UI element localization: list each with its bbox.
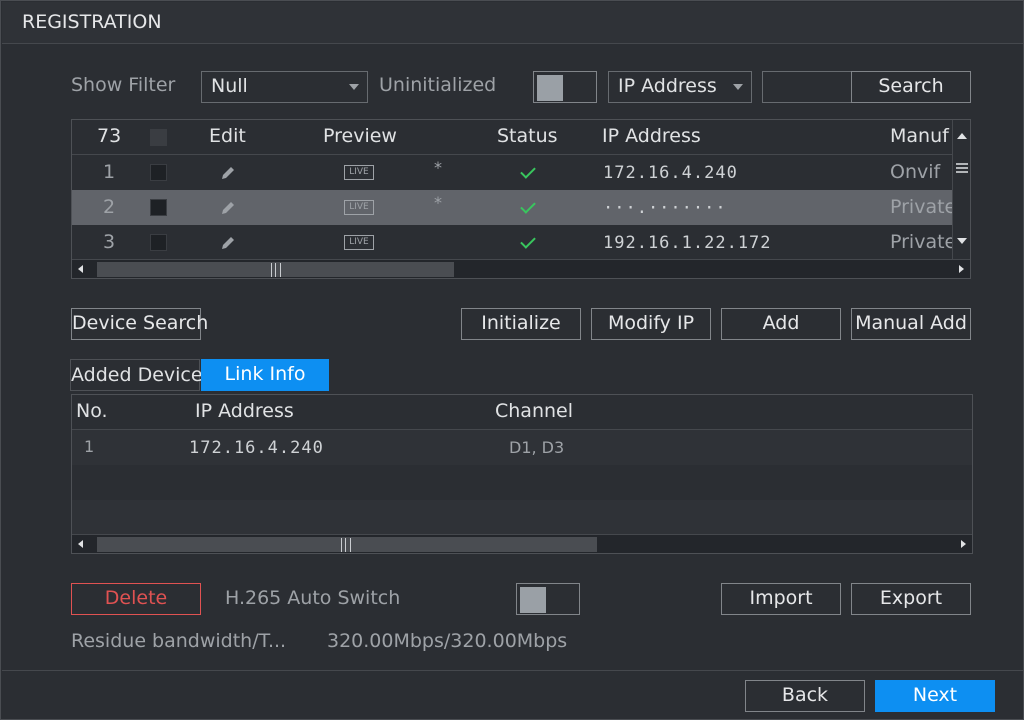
- uninitialized-toggle[interactable]: [533, 71, 597, 103]
- check-icon: [520, 233, 536, 249]
- search-input[interactable]: [762, 71, 852, 103]
- window-title: REGISTRATION: [22, 11, 162, 33]
- h265-toggle[interactable]: [516, 583, 580, 615]
- add-button[interactable]: Add: [721, 308, 841, 340]
- arrow-right-icon[interactable]: [961, 540, 966, 548]
- show-filter-label: Show Filter: [71, 74, 176, 96]
- header-count: 73: [97, 125, 122, 147]
- next-button[interactable]: Next: [875, 680, 995, 712]
- row-checkbox[interactable]: [150, 199, 167, 216]
- bandwidth-label: Residue bandwidth/T...: [71, 630, 287, 652]
- h265-label: H.265 Auto Switch: [225, 587, 401, 609]
- row-no: 3: [103, 231, 116, 253]
- arrow-down-icon[interactable]: [957, 237, 967, 245]
- pencil-icon[interactable]: [219, 234, 237, 252]
- header-channel: Channel: [495, 400, 574, 422]
- link-info-table: No. IP Address Channel 1 172.16.4.240 D1…: [71, 394, 973, 554]
- footer-bar: [2, 670, 1023, 719]
- export-button[interactable]: Export: [851, 583, 971, 615]
- modify-ip-button[interactable]: Modify IP: [591, 308, 711, 340]
- vertical-scrollbar[interactable]: [952, 120, 970, 260]
- header-ip: IP Address: [602, 125, 701, 147]
- row-ip: 192.16.1.22.172: [603, 233, 772, 253]
- row-manufacturer: Private: [890, 231, 957, 253]
- row-manufacturer: Onvif: [890, 161, 941, 183]
- registration-window: REGISTRATION Show Filter Null Uninitiali…: [0, 0, 1024, 720]
- import-button[interactable]: Import: [721, 583, 841, 615]
- header-preview: Preview: [323, 125, 397, 147]
- row-star: *: [434, 193, 442, 212]
- scroll-grip-icon: [341, 538, 351, 552]
- row-no: 1: [103, 161, 116, 183]
- chevron-down-icon: [733, 84, 743, 90]
- row-no: 2: [103, 196, 116, 218]
- select-all-checkbox[interactable]: [150, 129, 167, 146]
- title-bar: REGISTRATION: [2, 2, 1023, 44]
- row-checkbox[interactable]: [150, 234, 167, 251]
- header-edit: Edit: [209, 125, 246, 147]
- manual-add-button[interactable]: Manual Add: [851, 308, 971, 340]
- toggle-knob: [520, 587, 546, 613]
- search-button[interactable]: Search: [851, 71, 971, 103]
- delete-button[interactable]: Delete: [71, 583, 201, 615]
- header-no: No.: [76, 400, 108, 422]
- search-type-value: IP Address: [618, 75, 717, 97]
- row-ip: 172.16.4.240: [189, 438, 324, 458]
- device-search-button[interactable]: Device Search: [71, 308, 208, 340]
- scroll-grip-icon: [271, 263, 281, 277]
- initialize-button[interactable]: Initialize: [461, 308, 581, 340]
- header-manufacturer: Manuf: [890, 125, 949, 147]
- arrow-up-icon[interactable]: [957, 132, 967, 140]
- row-manufacturer: Private: [890, 196, 957, 218]
- show-filter-value: Null: [211, 75, 248, 97]
- row-channel: D1, D3: [509, 438, 565, 457]
- check-icon: [520, 198, 536, 214]
- tab-added-device[interactable]: Added Device: [70, 359, 203, 391]
- row-ip: 172.16.4.240: [603, 163, 738, 183]
- back-button[interactable]: Back: [745, 680, 865, 712]
- row-no: 1: [84, 437, 95, 456]
- arrow-right-icon[interactable]: [959, 265, 964, 273]
- device-table-header: 73 Edit Preview Status IP Address Manuf: [72, 120, 970, 155]
- tab-link-info[interactable]: Link Info: [201, 359, 329, 391]
- scroll-grip-icon[interactable]: [956, 163, 968, 173]
- link-table-header: No. IP Address Channel: [72, 395, 972, 430]
- pencil-icon[interactable]: [219, 199, 237, 217]
- row-star: *: [434, 158, 442, 177]
- table-row-selected[interactable]: 2 LIVE * ···.······· Private: [72, 190, 970, 225]
- chevron-down-icon: [349, 84, 359, 90]
- header-status: Status: [497, 125, 558, 147]
- arrow-left-icon[interactable]: [78, 265, 83, 273]
- bandwidth-value: 320.00Mbps/320.00Mbps: [327, 630, 568, 652]
- live-icon[interactable]: LIVE: [344, 165, 374, 180]
- check-icon: [520, 163, 536, 179]
- pencil-icon[interactable]: [219, 164, 237, 182]
- toggle-knob: [537, 75, 563, 101]
- table-row[interactable]: 1 172.16.4.240 D1, D3: [72, 430, 972, 465]
- search-type-select[interactable]: IP Address: [608, 71, 752, 103]
- live-icon[interactable]: LIVE: [344, 200, 374, 215]
- device-table: 73 Edit Preview Status IP Address Manuf …: [71, 119, 971, 279]
- arrow-left-icon[interactable]: [78, 540, 83, 548]
- table-row-empty: [72, 465, 972, 500]
- horizontal-scrollbar[interactable]: [72, 259, 970, 278]
- uninitialized-label: Uninitialized: [379, 74, 497, 96]
- row-checkbox[interactable]: [150, 164, 167, 181]
- table-row-empty: [72, 500, 972, 534]
- table-row[interactable]: 3 LIVE 192.16.1.22.172 Private: [72, 225, 970, 260]
- horizontal-scrollbar[interactable]: [72, 534, 972, 553]
- table-row[interactable]: 1 LIVE * 172.16.4.240 Onvif: [72, 155, 970, 190]
- header-ip: IP Address: [195, 400, 294, 422]
- live-icon[interactable]: LIVE: [344, 235, 374, 250]
- row-ip: ···.·······: [603, 198, 727, 218]
- show-filter-select[interactable]: Null: [201, 71, 368, 103]
